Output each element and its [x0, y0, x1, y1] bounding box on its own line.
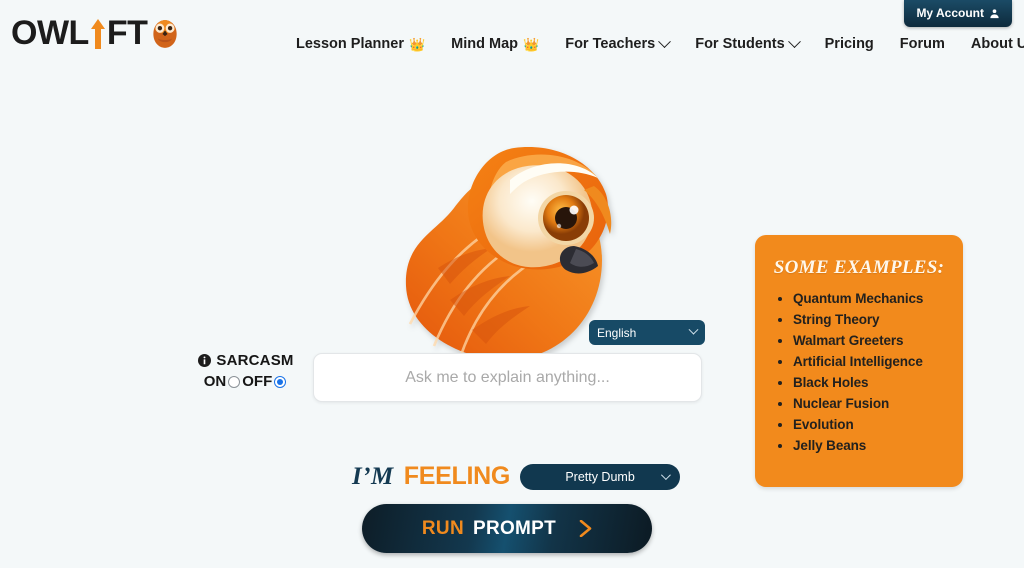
nav-item-for-teachers[interactable]: For Teachers: [565, 34, 672, 52]
sarcasm-radio-group: ON OFF: [186, 373, 306, 390]
nav-label: Pricing: [824, 36, 874, 52]
list-item[interactable]: Evolution: [793, 414, 947, 435]
nav-label: For Students: [695, 36, 785, 52]
prompt-input[interactable]: [313, 353, 702, 402]
nav-label: For Teachers: [565, 36, 656, 52]
feeling-prefix-bold: FEELING: [403, 462, 511, 490]
run-prompt-accent-label: RUN: [421, 517, 464, 539]
nav-item-lesson-planner[interactable]: Lesson Planner 👑: [296, 36, 425, 52]
list-item[interactable]: Quantum Mechanics: [793, 288, 947, 309]
list-item[interactable]: Artificial Intelligence: [793, 351, 947, 372]
chevron-down-icon: [658, 34, 672, 48]
chevron-down-icon: [688, 324, 699, 335]
crown-icon: 👑: [523, 36, 540, 52]
list-item[interactable]: Jelly Beans: [793, 435, 947, 456]
feeling-select-value: Pretty Dumb: [565, 469, 635, 484]
chevron-down-icon: [787, 34, 801, 48]
nav-label: Mind Map: [451, 36, 519, 52]
feeling-row: I’M FEELING Pretty Dumb: [352, 462, 681, 491]
info-icon[interactable]: [198, 354, 212, 367]
chevron-right-icon: [579, 520, 592, 537]
my-account-button[interactable]: My Account: [904, 0, 1012, 27]
nav-item-for-students[interactable]: For Students: [695, 34, 801, 52]
nav-label: Lesson Planner: [296, 36, 404, 52]
examples-panel: SOME EXAMPLES: Quantum Mechanics String …: [755, 235, 963, 487]
logo[interactable]: OWL FT: [11, 14, 180, 53]
sarcasm-on-radio[interactable]: [228, 375, 241, 388]
list-item[interactable]: Black Holes: [793, 372, 947, 393]
page-root: My Account OWL FT Lesson Planner 👑 Mind …: [0, 0, 1024, 568]
examples-list: Quantum Mechanics String Theory Walmart …: [793, 288, 947, 456]
feeling-prefix-italic: I’M: [352, 462, 394, 490]
run-prompt-main-label: PROMPT: [472, 517, 557, 539]
nav-item-mind-map[interactable]: Mind Map 👑: [451, 36, 539, 52]
logo-text-right: FT: [106, 14, 148, 52]
sarcasm-off-radio[interactable]: [274, 375, 287, 388]
nav-label: About Us: [970, 36, 1024, 52]
sarcasm-on-label: ON: [203, 373, 227, 390]
list-item[interactable]: Walmart Greeters: [793, 330, 947, 351]
list-item[interactable]: String Theory: [793, 309, 947, 330]
nav-item-about-us[interactable]: About Us: [971, 36, 1024, 52]
owl-icon: [153, 19, 177, 48]
my-account-label: My Account: [916, 6, 984, 20]
chevron-down-icon: [661, 470, 671, 481]
user-icon: [990, 8, 999, 18]
crown-icon: 👑: [408, 36, 426, 52]
language-select[interactable]: English: [589, 320, 705, 345]
sarcasm-header: SARCASM: [186, 352, 306, 369]
feeling-select[interactable]: Pretty Dumb: [520, 463, 681, 490]
examples-title: SOME EXAMPLES:: [773, 257, 945, 278]
logo-text-left: OWL: [11, 14, 89, 52]
sarcasm-control: SARCASM ON OFF: [186, 352, 306, 390]
up-arrow-icon: [90, 18, 106, 49]
run-prompt-button[interactable]: RUN PROMPT: [362, 504, 652, 553]
nav-item-pricing[interactable]: Pricing: [825, 36, 874, 52]
sarcasm-off-label: OFF: [242, 373, 273, 390]
list-item[interactable]: Nuclear Fusion: [793, 393, 947, 414]
nav-item-forum[interactable]: Forum: [900, 36, 945, 52]
main-navigation: Lesson Planner 👑 Mind Map 👑 For Teachers…: [296, 34, 1024, 52]
nav-label: Forum: [899, 36, 945, 52]
language-select-value: English: [597, 325, 637, 340]
sarcasm-label: SARCASM: [216, 352, 294, 369]
